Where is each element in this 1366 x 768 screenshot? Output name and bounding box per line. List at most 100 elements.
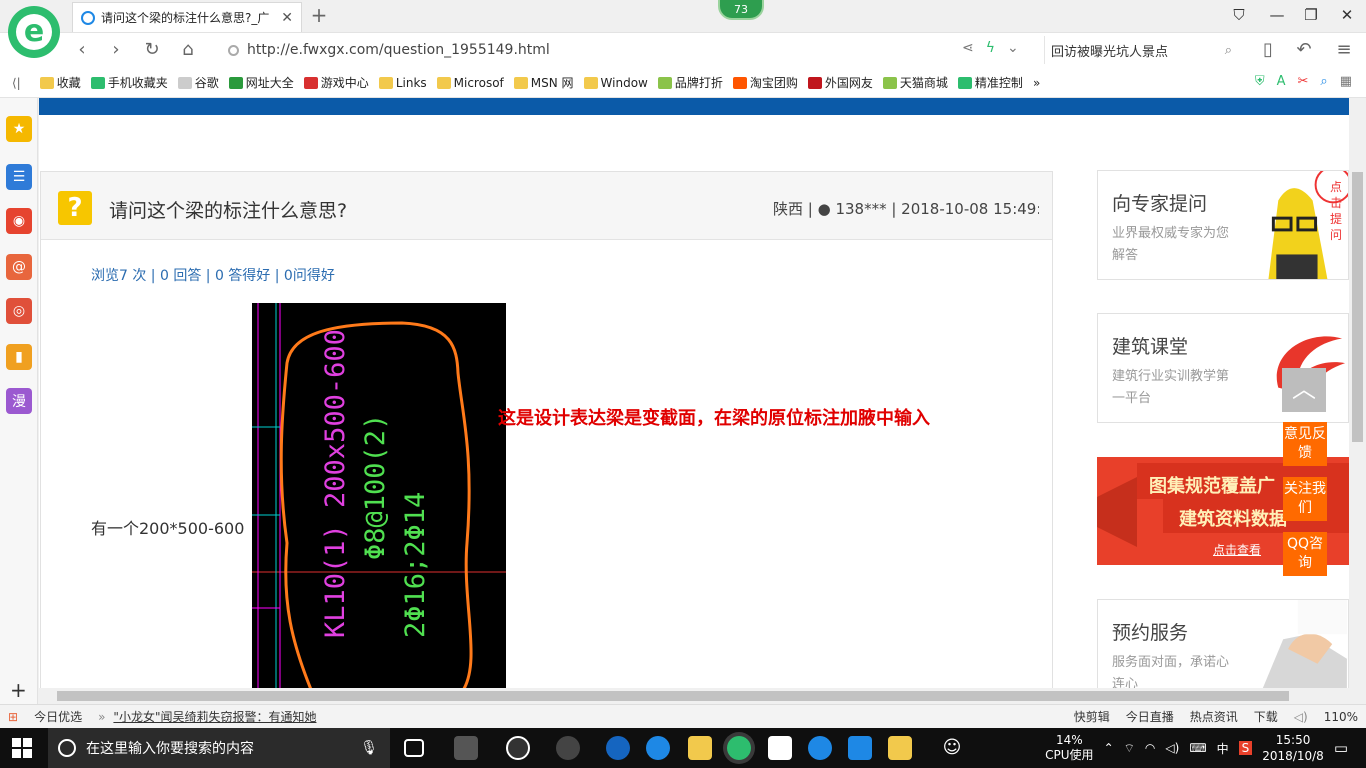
comic-icon[interactable]: 漫 — [6, 388, 32, 414]
favorites-icon[interactable]: ★ — [6, 116, 32, 142]
app-ie-blue-icon[interactable] — [646, 736, 670, 760]
bookmark-item[interactable]: 品牌打折 — [653, 74, 728, 91]
sogou-icon[interactable]: S — [1238, 741, 1253, 755]
ask-bubble-text[interactable]: 点击提问 — [1330, 179, 1348, 243]
mail-icon[interactable]: @ — [6, 254, 32, 280]
more-bookmarks-icon[interactable]: » — [1028, 76, 1045, 90]
news-ticker[interactable]: "小龙女"闻吴绮莉失窃报警：有通知她 — [113, 708, 324, 725]
scroll-thumb[interactable] — [1352, 172, 1363, 442]
tab-close-icon[interactable]: ✕ — [281, 10, 293, 26]
scissors-icon[interactable]: ✂ — [1298, 74, 1309, 89]
lightning-icon[interactable]: ϟ — [986, 40, 995, 56]
app-notes-icon[interactable] — [888, 736, 912, 760]
bookmark-item[interactable]: 收藏 — [35, 74, 86, 91]
app-edge-icon[interactable] — [606, 736, 630, 760]
banner-link[interactable]: 点击查看 — [1213, 541, 1261, 558]
home-button[interactable]: ⌂ — [176, 38, 200, 62]
cpu-usage[interactable]: 14% CPU使用 — [1045, 733, 1093, 763]
browser-logo-icon[interactable]: e — [8, 6, 60, 58]
vertical-scrollbar[interactable] — [1349, 98, 1366, 688]
bookmark-item[interactable]: Window — [579, 76, 653, 90]
search-icon[interactable]: ⌕ — [1225, 43, 1232, 58]
grid-icon[interactable]: ▦ — [1340, 74, 1352, 89]
app-swirl-icon[interactable] — [556, 736, 580, 760]
ime-indicator[interactable]: 中 — [1217, 740, 1229, 757]
scroll-thumb[interactable] — [57, 691, 1289, 701]
sidebar-toggle-icon[interactable]: ⟨| — [12, 76, 35, 90]
feedback-button[interactable]: 意见反馈 — [1283, 422, 1327, 466]
add-sidebar-button[interactable]: + — [10, 678, 27, 702]
microphone-icon[interactable]: 🎙 — [360, 740, 390, 756]
today-picks-label[interactable]: 今日优选 — [26, 708, 90, 725]
card-ask-expert[interactable]: 向专家提问 业界最权威专家为您解答 点击提问 — [1097, 170, 1349, 280]
close-window-button[interactable]: ✕ — [1334, 4, 1360, 26]
volume-icon[interactable]: ◁) — [1286, 710, 1316, 724]
gift-icon[interactable]: ⊞ — [0, 710, 26, 724]
app-360-browser-icon[interactable] — [727, 736, 751, 760]
app-mail-icon[interactable] — [768, 736, 792, 760]
minimize-button[interactable]: — — [1264, 4, 1290, 26]
keyboard-icon[interactable]: ⌨ — [1189, 741, 1206, 755]
status-item-live[interactable]: 今日直播 — [1118, 708, 1182, 725]
taskbar-search[interactable]: 在这里输入你要搜索的内容 🎙 — [48, 728, 390, 768]
chevron-down-icon[interactable]: ⌄ — [1007, 40, 1019, 56]
speaker-icon[interactable]: ◁) — [1165, 741, 1179, 755]
bookmark-item[interactable]: Microsof — [432, 76, 509, 90]
notification-badge[interactable]: 73 — [718, 0, 764, 20]
status-item-news[interactable]: 热点资讯 — [1182, 708, 1246, 725]
chevron-up-icon[interactable]: ⌃ — [1104, 741, 1114, 755]
book-icon[interactable]: ▮ — [6, 344, 32, 370]
bookmark-item[interactable]: 手机收藏夹 — [86, 74, 173, 91]
horizontal-scrollbar[interactable] — [39, 688, 1349, 704]
undo-icon[interactable]: ↶ — [1292, 38, 1316, 62]
status-item-clip[interactable]: 快剪辑 — [1066, 708, 1118, 725]
qq-consult-button[interactable]: QQ咨询 — [1283, 532, 1327, 576]
bookmark-item[interactable]: 淘宝团购 — [728, 74, 803, 91]
notification-center-icon[interactable]: ▭ — [1334, 739, 1348, 757]
weibo-icon[interactable]: ◉ — [6, 208, 32, 234]
url-input[interactable]: http://e.fwxgx.com/question_1955149.html — [222, 36, 1032, 64]
restore-button[interactable]: ❐ — [1298, 4, 1324, 26]
network-icon[interactable]: ⌔ — [1124, 741, 1135, 756]
question-stats[interactable]: 浏览7 次 | 0 回答 | 0 答得好 | 0问得好 — [91, 265, 335, 285]
search-input[interactable]: 回访被曝光坑人景点 ⌕ — [1044, 36, 1238, 64]
app-fan-icon[interactable] — [454, 736, 478, 760]
new-tab-button[interactable]: + — [308, 4, 330, 26]
forward-button[interactable]: › — [104, 38, 128, 62]
people-icon[interactable]: ☺ — [940, 736, 964, 760]
apps-icon[interactable]: ☰ — [6, 164, 32, 190]
back-button[interactable]: ‹ — [70, 38, 94, 62]
menu-icon[interactable]: ≡ — [1332, 38, 1356, 62]
tab-question[interactable]: 请问这个梁的标注什么意思?_广 ✕ — [72, 2, 302, 32]
app-ie-icon[interactable] — [506, 736, 530, 760]
wifi-icon[interactable]: ◠ — [1145, 741, 1155, 755]
refresh-button[interactable]: ↻ — [140, 38, 164, 62]
bookmark-item[interactable]: 外国网友 — [803, 74, 878, 91]
clock[interactable]: 15:50 2018/10/8 — [1262, 732, 1324, 764]
card-booking-service[interactable]: 预约服务 服务面对面，承诺心连心 — [1097, 599, 1349, 688]
share-icon[interactable]: ⋖ — [962, 40, 974, 56]
bookmark-item[interactable]: 游戏中心 — [299, 74, 374, 91]
status-item-download[interactable]: 下载 — [1246, 708, 1286, 725]
windows-start-icon[interactable] — [12, 738, 32, 758]
game-icon[interactable]: ◎ — [6, 298, 32, 324]
bookmark-item[interactable]: Links — [374, 76, 432, 90]
cad-drawing-image[interactable]: KL10(1) 200x500-600 Φ8@100(2) 2Φ16;2Φ14 — [252, 303, 506, 688]
task-view-icon[interactable] — [404, 739, 424, 757]
bookmark-item[interactable]: 天猫商城 — [878, 74, 953, 91]
bookmark-item[interactable]: 谷歌 — [173, 74, 224, 91]
magnifier-icon[interactable]: ⌕ — [1320, 74, 1327, 89]
follow-us-button[interactable]: 关注我们 — [1283, 477, 1327, 521]
app-g-icon[interactable] — [808, 736, 832, 760]
site-info-icon[interactable] — [228, 44, 239, 56]
shield-icon[interactable]: ⛨ — [1255, 74, 1265, 89]
bookmark-item[interactable]: 精准控制 — [953, 74, 1028, 91]
phone-icon[interactable]: ▯ — [1256, 38, 1280, 62]
bookmark-item[interactable]: 网址大全 — [224, 74, 299, 91]
bookmark-item[interactable]: MSN 网 — [509, 74, 579, 91]
translate-icon[interactable]: A — [1277, 74, 1286, 89]
zoom-level[interactable]: 110% — [1316, 710, 1366, 724]
shirt-icon[interactable]: ⛉ — [1226, 4, 1252, 26]
back-to-top-button[interactable]: ︿ — [1282, 368, 1326, 412]
app-plus-icon[interactable] — [848, 736, 872, 760]
